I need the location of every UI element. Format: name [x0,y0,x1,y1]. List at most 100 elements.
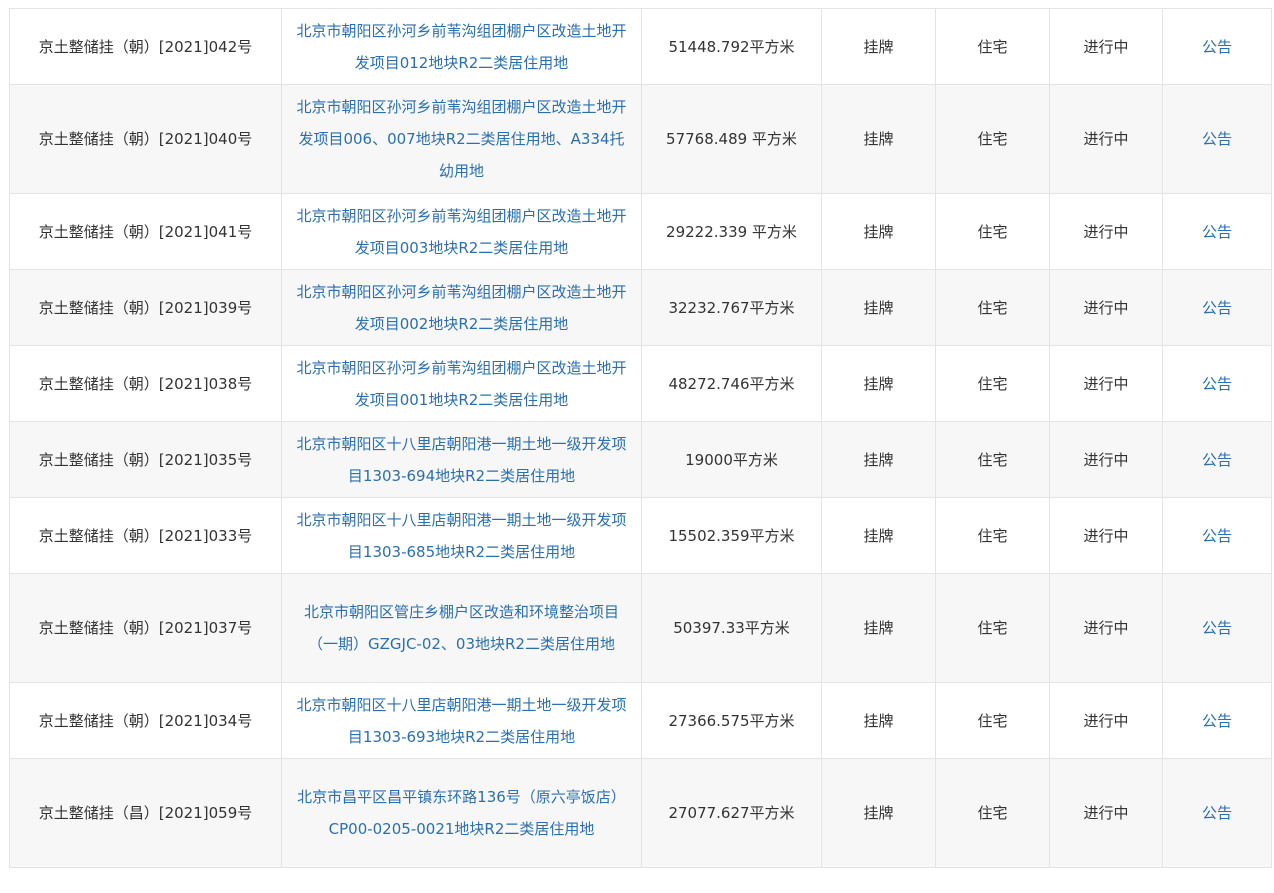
table-row: 京土整储挂（朝）[2021]037号 北京市朝阳区管庄乡棚户区改造和环境整治项目… [9,573,1272,683]
listing-number: 京土整储挂（昌）[2021]059号 [9,758,282,868]
table-row: 京土整储挂（朝）[2021]040号 北京市朝阳区孙河乡前苇沟组团棚户区改造土地… [9,84,1272,194]
notice-cell: 公告 [1162,682,1272,759]
parcel-name-link[interactable]: 北京市朝阳区孙河乡前苇沟组团棚户区改造土地开发项目001地块R2二类居住用地 [296,359,626,409]
parcel-area: 27366.575平方米 [641,682,822,759]
notice-cell: 公告 [1162,421,1272,498]
notice-cell: 公告 [1162,193,1272,270]
notice-link[interactable]: 公告 [1202,619,1232,637]
parcel-name-cell: 北京市朝阳区十八里店朝阳港一期土地一级开发项目1303-694地块R2二类居住用… [281,421,642,498]
parcel-name-cell: 北京市朝阳区孙河乡前苇沟组团棚户区改造土地开发项目006、007地块R2二类居住… [281,84,642,194]
table-row: 京土整储挂（朝）[2021]038号 北京市朝阳区孙河乡前苇沟组团棚户区改造土地… [9,345,1272,422]
parcel-area: 51448.792平方米 [641,8,822,85]
parcel-name-cell: 北京市朝阳区孙河乡前苇沟组团棚户区改造土地开发项目001地块R2二类居住用地 [281,345,642,422]
land-use: 住宅 [935,193,1050,270]
land-use: 住宅 [935,8,1050,85]
transfer-method: 挂牌 [821,84,936,194]
parcel-name-link[interactable]: 北京市朝阳区十八里店朝阳港一期土地一级开发项目1303-694地块R2二类居住用… [296,435,626,485]
parcel-name-link[interactable]: 北京市朝阳区孙河乡前苇沟组团棚户区改造土地开发项目003地块R2二类居住用地 [296,207,626,257]
parcel-name-link[interactable]: 北京市昌平区昌平镇东环路136号（原六亭饭店）CP00-0205-0021地块R… [297,788,626,838]
land-listing-panel: 京土整储挂（朝）[2021]042号 北京市朝阳区孙河乡前苇沟组团棚户区改造土地… [0,0,1274,893]
notice-cell: 公告 [1162,497,1272,574]
parcel-name-link[interactable]: 北京市朝阳区十八里店朝阳港一期土地一级开发项目1303-693地块R2二类居住用… [296,696,626,746]
land-use: 住宅 [935,573,1050,683]
notice-cell: 公告 [1162,573,1272,683]
notice-link[interactable]: 公告 [1202,375,1232,393]
notice-link[interactable]: 公告 [1202,38,1232,56]
notice-link[interactable]: 公告 [1202,712,1232,730]
transfer-method: 挂牌 [821,758,936,868]
parcel-name-link[interactable]: 北京市朝阳区孙河乡前苇沟组团棚户区改造土地开发项目002地块R2二类居住用地 [296,283,626,333]
parcel-area: 57768.489 平方米 [641,84,822,194]
status: 进行中 [1049,8,1163,85]
transfer-method: 挂牌 [821,8,936,85]
parcel-area: 15502.359平方米 [641,497,822,574]
status: 进行中 [1049,682,1163,759]
notice-cell: 公告 [1162,345,1272,422]
parcel-name-cell: 北京市朝阳区孙河乡前苇沟组团棚户区改造土地开发项目002地块R2二类居住用地 [281,269,642,346]
land-use: 住宅 [935,269,1050,346]
status: 进行中 [1049,573,1163,683]
parcel-name-cell: 北京市朝阳区孙河乡前苇沟组团棚户区改造土地开发项目012地块R2二类居住用地 [281,8,642,85]
transfer-method: 挂牌 [821,573,936,683]
parcel-name-link[interactable]: 北京市朝阳区孙河乡前苇沟组团棚户区改造土地开发项目006、007地块R2二类居住… [296,98,626,180]
parcel-area: 50397.33平方米 [641,573,822,683]
land-use: 住宅 [935,421,1050,498]
transfer-method: 挂牌 [821,269,936,346]
notice-link[interactable]: 公告 [1202,451,1232,469]
table-row: 京土整储挂（朝）[2021]042号 北京市朝阳区孙河乡前苇沟组团棚户区改造土地… [9,8,1272,85]
transfer-method: 挂牌 [821,345,936,422]
listing-number: 京土整储挂（朝）[2021]039号 [9,269,282,346]
table-row: 京土整储挂（昌）[2021]059号 北京市昌平区昌平镇东环路136号（原六亭饭… [9,758,1272,868]
land-use: 住宅 [935,682,1050,759]
table-row: 京土整储挂（朝）[2021]034号 北京市朝阳区十八里店朝阳港一期土地一级开发… [9,682,1272,759]
land-use: 住宅 [935,758,1050,868]
status: 进行中 [1049,758,1163,868]
parcel-area: 48272.746平方米 [641,345,822,422]
parcel-name-link[interactable]: 北京市朝阳区管庄乡棚户区改造和环境整治项目（一期）GZGJC-02、03地块R2… [304,603,619,653]
listing-number: 京土整储挂（朝）[2021]033号 [9,497,282,574]
table-row: 京土整储挂（朝）[2021]039号 北京市朝阳区孙河乡前苇沟组团棚户区改造土地… [9,269,1272,346]
parcel-name-link[interactable]: 北京市朝阳区孙河乡前苇沟组团棚户区改造土地开发项目012地块R2二类居住用地 [296,22,626,72]
status: 进行中 [1049,193,1163,270]
parcel-name-cell: 北京市朝阳区孙河乡前苇沟组团棚户区改造土地开发项目003地块R2二类居住用地 [281,193,642,270]
notice-cell: 公告 [1162,84,1272,194]
status: 进行中 [1049,497,1163,574]
notice-link[interactable]: 公告 [1202,223,1232,241]
parcel-name-cell: 北京市朝阳区十八里店朝阳港一期土地一级开发项目1303-693地块R2二类居住用… [281,682,642,759]
listing-number: 京土整储挂（朝）[2021]040号 [9,84,282,194]
notice-link[interactable]: 公告 [1202,299,1232,317]
status: 进行中 [1049,269,1163,346]
parcel-area: 27077.627平方米 [641,758,822,868]
listing-number: 京土整储挂（朝）[2021]038号 [9,345,282,422]
table-row: 京土整储挂（朝）[2021]035号 北京市朝阳区十八里店朝阳港一期土地一级开发… [9,421,1272,498]
listing-number: 京土整储挂（朝）[2021]035号 [9,421,282,498]
listing-number: 京土整储挂（朝）[2021]037号 [9,573,282,683]
land-use: 住宅 [935,497,1050,574]
notice-cell: 公告 [1162,758,1272,868]
notice-link[interactable]: 公告 [1202,527,1232,545]
parcel-area: 32232.767平方米 [641,269,822,346]
land-listing-table: 京土整储挂（朝）[2021]042号 北京市朝阳区孙河乡前苇沟组团棚户区改造土地… [9,8,1272,868]
transfer-method: 挂牌 [821,421,936,498]
transfer-method: 挂牌 [821,682,936,759]
listing-number: 京土整储挂（朝）[2021]034号 [9,682,282,759]
notice-link[interactable]: 公告 [1202,130,1232,148]
parcel-name-link[interactable]: 北京市朝阳区十八里店朝阳港一期土地一级开发项目1303-685地块R2二类居住用… [296,511,626,561]
transfer-method: 挂牌 [821,193,936,270]
table-row: 京土整储挂（朝）[2021]041号 北京市朝阳区孙河乡前苇沟组团棚户区改造土地… [9,193,1272,270]
table-row: 京土整储挂（朝）[2021]033号 北京市朝阳区十八里店朝阳港一期土地一级开发… [9,497,1272,574]
land-use: 住宅 [935,84,1050,194]
notice-cell: 公告 [1162,8,1272,85]
parcel-area: 29222.339 平方米 [641,193,822,270]
status: 进行中 [1049,421,1163,498]
status: 进行中 [1049,345,1163,422]
parcel-area: 19000平方米 [641,421,822,498]
parcel-name-cell: 北京市朝阳区十八里店朝阳港一期土地一级开发项目1303-685地块R2二类居住用… [281,497,642,574]
notice-cell: 公告 [1162,269,1272,346]
parcel-name-cell: 北京市昌平区昌平镇东环路136号（原六亭饭店）CP00-0205-0021地块R… [281,758,642,868]
listing-number: 京土整储挂（朝）[2021]042号 [9,8,282,85]
land-use: 住宅 [935,345,1050,422]
transfer-method: 挂牌 [821,497,936,574]
parcel-name-cell: 北京市朝阳区管庄乡棚户区改造和环境整治项目（一期）GZGJC-02、03地块R2… [281,573,642,683]
notice-link[interactable]: 公告 [1202,804,1232,822]
